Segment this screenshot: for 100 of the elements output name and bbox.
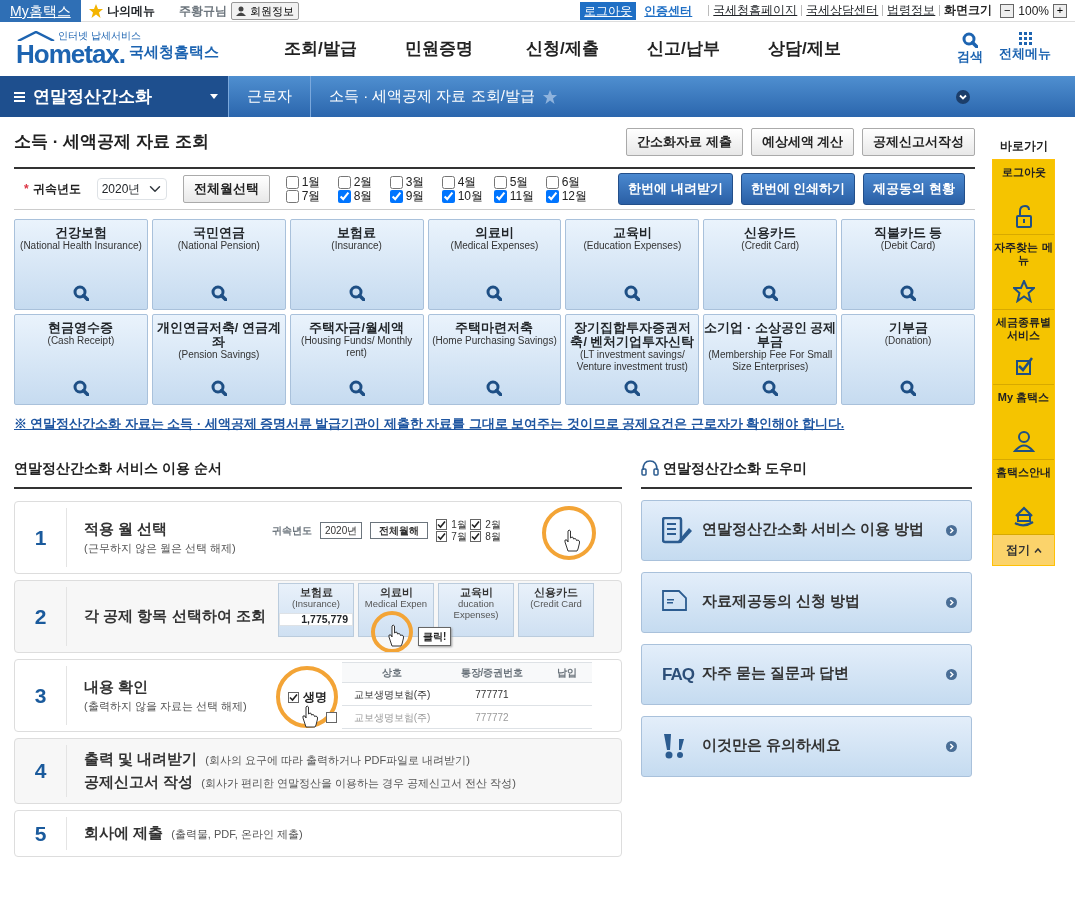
house-hand-icon xyxy=(1012,505,1035,528)
collapse-button[interactable]: 접기 xyxy=(993,535,1054,565)
step-note: (근무하지 않은 월은 선택 해제) xyxy=(84,541,237,557)
category-tile[interactable]: 장기집합투자증권저축/ 벤처기업투자신탁 (LT investment savings/ Venture investment trust) xyxy=(565,314,700,405)
month-label[interactable]: 12월 xyxy=(561,189,588,203)
helper-link[interactable]: FAQ 자주 묻는 질문과 답변 xyxy=(641,643,972,705)
search-icon xyxy=(210,285,227,301)
quick-link[interactable]: 세금종류별 서비스 xyxy=(993,310,1054,385)
top-link[interactable]: 국세청홈페이지 xyxy=(708,5,802,16)
month-label[interactable]: 5월 xyxy=(509,175,529,189)
helper-link[interactable]: 자료제공동의 신청 방법 xyxy=(641,571,972,633)
month-checkbox[interactable] xyxy=(389,175,403,189)
my-menu-link[interactable]: 나의메뉴 xyxy=(88,1,155,20)
search-icon xyxy=(624,285,641,301)
category-tile[interactable]: 신용카드 (Credit Card) xyxy=(703,219,838,310)
hand-cursor-icon xyxy=(562,528,582,553)
month-checkbox[interactable] xyxy=(545,175,559,189)
document-pencil-icon xyxy=(662,516,693,544)
month-checkbox[interactable] xyxy=(493,189,507,203)
action-button[interactable]: 제공동의 현황 xyxy=(863,173,965,205)
action-button[interactable]: 한번에 인쇄하기 xyxy=(740,173,856,205)
all-menu-button[interactable]: 전체메뉴 xyxy=(999,31,1051,67)
quick-link[interactable]: 홈택스안내 xyxy=(993,460,1054,535)
nav-link[interactable]: 조회/발급 xyxy=(284,36,406,62)
category-tile[interactable]: 현금영수증 (Cash Receipt) xyxy=(14,314,148,405)
my-hometax-tab[interactable]: My홈택스 xyxy=(0,0,81,22)
category-tile[interactable]: 기부금 (Donation) xyxy=(841,314,975,405)
category-tile[interactable]: 건강보험 (National Health Insurance) xyxy=(14,219,148,310)
quick-link[interactable]: 자주찾는 메뉴 xyxy=(993,235,1054,310)
breadcrumb-menu[interactable]: 연말정산간소화 xyxy=(0,76,228,117)
category-tile[interactable]: 교육비 (Education Expenses) xyxy=(565,219,700,310)
member-info-button[interactable]: 회원정보 xyxy=(230,1,299,20)
category-tile[interactable]: 주택마련저축 (Home Purchasing Savings) xyxy=(427,314,562,405)
caret-icon xyxy=(210,94,218,99)
nav-link[interactable]: 상담/제보 xyxy=(768,36,890,62)
month-label[interactable]: 8월 xyxy=(353,189,373,203)
search-icon xyxy=(72,380,89,396)
breadcrumb-item[interactable]: 근로자 xyxy=(228,76,310,117)
month-label[interactable]: 2월 xyxy=(353,175,373,189)
select-all-months-button[interactable]: 전체월선택 xyxy=(182,174,270,204)
cert-center-link[interactable]: 인증센터 xyxy=(644,1,693,20)
nav-link[interactable]: 민원증명 xyxy=(405,36,527,62)
month-checkbox[interactable] xyxy=(545,189,559,203)
helper-link[interactable]: 연말정산간소화 서비스 이용 방법 xyxy=(641,499,972,561)
category-tile[interactable]: 국민연금 (National Pension) xyxy=(151,219,286,310)
month-checkbox[interactable] xyxy=(285,189,299,203)
chevron-down-icon[interactable] xyxy=(956,89,970,104)
month-label[interactable]: 6월 xyxy=(561,175,581,189)
column-header: 납입 xyxy=(556,666,578,681)
table-cell-text: 777771 xyxy=(474,687,510,702)
month-label[interactable]: 7월 xyxy=(301,189,321,203)
top-link[interactable]: 국세상담센터 xyxy=(801,5,883,16)
quick-link[interactable]: 로그아웃 xyxy=(993,160,1054,235)
month-checkbox[interactable] xyxy=(441,189,455,203)
table-cell-text: 777772 xyxy=(474,710,510,725)
column-header: 상호 xyxy=(381,666,403,681)
headset-icon xyxy=(641,460,659,477)
month-label[interactable]: 11월 xyxy=(509,189,535,203)
category-tile[interactable]: 소기업 · 소상공인 공제부금 (Membership Fee For Small Size Enterprises) xyxy=(703,314,838,405)
month-checkbox[interactable] xyxy=(493,175,507,189)
category-tile[interactable]: 주택자금/월세액 (Housing Funds/ Monthly rent) xyxy=(289,314,424,405)
nav-link[interactable]: 신고/납부 xyxy=(647,36,769,62)
month-checkbox[interactable] xyxy=(441,175,455,189)
month-checkbox[interactable] xyxy=(389,189,403,203)
month-label[interactable]: 4월 xyxy=(457,175,477,189)
zoom-out-button[interactable]: − xyxy=(1000,3,1015,18)
category-tile[interactable]: 직불카드 등 (Debit Card) xyxy=(841,219,975,310)
month-checkbox[interactable] xyxy=(285,175,299,189)
action-button[interactable]: 예상세액 계산 xyxy=(750,127,854,157)
hand-cursor-icon xyxy=(300,704,320,729)
nav-link[interactable]: 신청/제출 xyxy=(526,36,648,62)
search-button[interactable]: 검색 xyxy=(957,31,983,67)
hand-cursor-icon xyxy=(386,623,406,648)
step-title: 회사에 제출 xyxy=(84,823,164,843)
zoom-label: 화면크기 xyxy=(939,5,997,16)
step-number: 4 xyxy=(15,744,67,797)
month-label[interactable]: 1월 xyxy=(301,175,321,189)
magnified-text: 생명 xyxy=(302,689,327,707)
month-label[interactable]: 10월 xyxy=(457,189,484,203)
arrow-right-icon xyxy=(946,596,957,608)
logout-button[interactable]: 로그아웃 xyxy=(580,1,637,20)
top-link[interactable]: 법령정보 xyxy=(882,5,940,16)
quick-link[interactable]: My 홈택스 xyxy=(993,385,1054,460)
month-label[interactable]: 9월 xyxy=(405,189,425,203)
month-checkbox[interactable] xyxy=(337,175,351,189)
year-select[interactable]: 2020년 xyxy=(96,178,167,200)
category-tile[interactable]: 의료비 (Medical Expenses) xyxy=(427,219,562,310)
action-button[interactable]: 공제신고서작성 xyxy=(862,127,975,157)
column-header: 통장/증권번호 xyxy=(459,666,525,681)
breadcrumb-item[interactable]: 소득 · 세액공제 자료 조회/발급 xyxy=(310,76,575,117)
category-tile[interactable]: 보험료 (Insurance) xyxy=(289,219,424,310)
month-label[interactable]: 3월 xyxy=(405,175,425,189)
month-checkbox[interactable] xyxy=(337,189,351,203)
notice-link[interactable]: ※ 연말정산간소화 자료는 소득 · 세액공제 증명서류 발급기관이 제출한 자료를 그대로 보여주는 것이므로 공제요건은 근로자가 확인해야 합니다. xyxy=(14,415,975,434)
helper-link[interactable]: 이것만은 유의하세요 xyxy=(641,715,972,777)
category-tile[interactable]: 개인연금저축/ 연금계좌 (Pension Savings) xyxy=(151,314,286,405)
zoom-in-button[interactable]: + xyxy=(1053,3,1067,18)
action-button[interactable]: 한번에 내려받기 xyxy=(618,173,733,205)
zoom-value: 100% xyxy=(1018,2,1049,20)
action-button[interactable]: 간소화자료 제출 xyxy=(626,127,743,157)
